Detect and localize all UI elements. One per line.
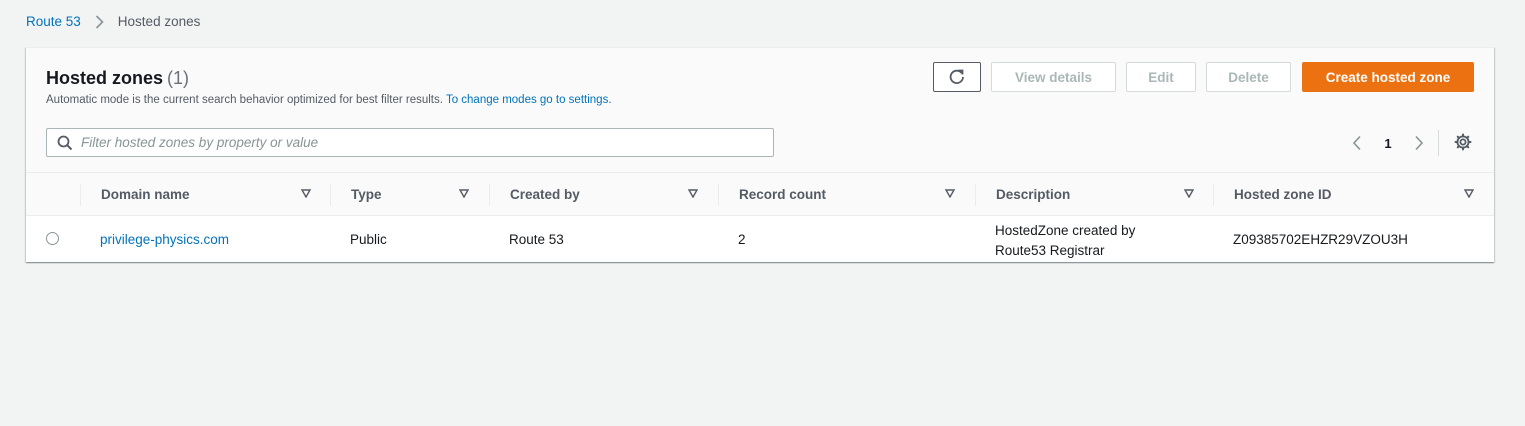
create-hosted-zone-button[interactable]: Create hosted zone (1302, 62, 1474, 92)
sort-icon[interactable] (459, 189, 469, 198)
column-header-type[interactable]: Type (351, 173, 491, 216)
search-box (46, 128, 774, 157)
refresh-icon (948, 68, 966, 86)
next-page-button[interactable] (1408, 135, 1430, 151)
hosted-zones-table: Domain name Type Created by Record count… (26, 173, 1494, 262)
breadcrumb-route53-link[interactable]: Route 53 (26, 14, 81, 29)
delete-button[interactable]: Delete (1206, 62, 1291, 92)
column-divider (80, 184, 81, 206)
column-header-created-by[interactable]: Created by (510, 173, 720, 216)
description-line: HostedZone created by (995, 223, 1136, 238)
description-line: Route53 Registrar (995, 243, 1105, 258)
column-header-label: Description (996, 187, 1071, 202)
cell-created-by: Route 53 (509, 231, 564, 247)
panel-header: Hosted zones (1) Automatic mode is the cu… (26, 48, 1494, 173)
gear-icon[interactable] (1454, 133, 1472, 151)
breadcrumb: Route 53 Hosted zones (26, 14, 200, 29)
sort-icon[interactable] (945, 189, 955, 198)
column-header-label: Type (351, 187, 382, 202)
column-divider (330, 184, 331, 206)
cell-description: HostedZone created by Route53 Registrar (995, 216, 1135, 262)
zone-count: (1) (167, 68, 190, 88)
column-divider (975, 184, 976, 206)
sort-icon[interactable] (1464, 189, 1474, 198)
search-mode-description: Automatic mode is the current search beh… (46, 94, 612, 106)
cell-hosted-zone-id: Z09385702EHZR29VZOU3H (1233, 231, 1408, 247)
previous-page-button[interactable] (1346, 135, 1368, 151)
table-header: Domain name Type Created by Record count… (26, 173, 1494, 216)
title-text: Hosted zones (46, 68, 164, 88)
pagination: 1 (1346, 132, 1430, 154)
breadcrumb-current: Hosted zones (117, 14, 201, 29)
subtitle-text: Automatic mode is the current search beh… (46, 94, 443, 106)
chevron-right-icon (95, 14, 104, 29)
column-divider (718, 184, 719, 206)
row-select-radio[interactable] (46, 232, 59, 245)
settings-link[interactable]: To change modes go to settings. (446, 94, 612, 106)
column-header-label: Hosted zone ID (1234, 187, 1332, 202)
pager-divider (1438, 130, 1439, 156)
cell-record-count: 2 (738, 231, 746, 247)
current-page-number[interactable]: 1 (1368, 136, 1408, 151)
column-header-domain-name[interactable]: Domain name (101, 173, 331, 216)
column-header-description[interactable]: Description (996, 173, 1214, 216)
column-divider (1213, 184, 1214, 206)
column-divider (489, 184, 490, 206)
column-header-record-count[interactable]: Record count (739, 173, 975, 216)
hosted-zones-panel: Hosted zones (1) Automatic mode is the cu… (26, 47, 1494, 262)
sort-icon[interactable] (1184, 189, 1194, 198)
edit-button[interactable]: Edit (1126, 62, 1196, 92)
domain-name-link[interactable]: privilege-physics.com (100, 216, 229, 262)
view-details-button[interactable]: View details (991, 62, 1116, 92)
cell-type: Public (350, 231, 387, 247)
sort-icon[interactable] (301, 189, 311, 198)
page-title: Hosted zones (1) (46, 68, 189, 89)
search-icon (57, 135, 73, 151)
column-header-label: Created by (510, 187, 580, 202)
refresh-button[interactable] (933, 62, 981, 92)
table-row[interactable]: privilege-physics.com Public Route 53 2 … (26, 216, 1494, 262)
column-header-label: Domain name (101, 187, 190, 202)
search-input[interactable] (81, 135, 761, 150)
column-header-hosted-zone-id[interactable]: Hosted zone ID (1234, 173, 1484, 216)
column-header-label: Record count (739, 187, 827, 202)
sort-icon[interactable] (688, 189, 698, 198)
